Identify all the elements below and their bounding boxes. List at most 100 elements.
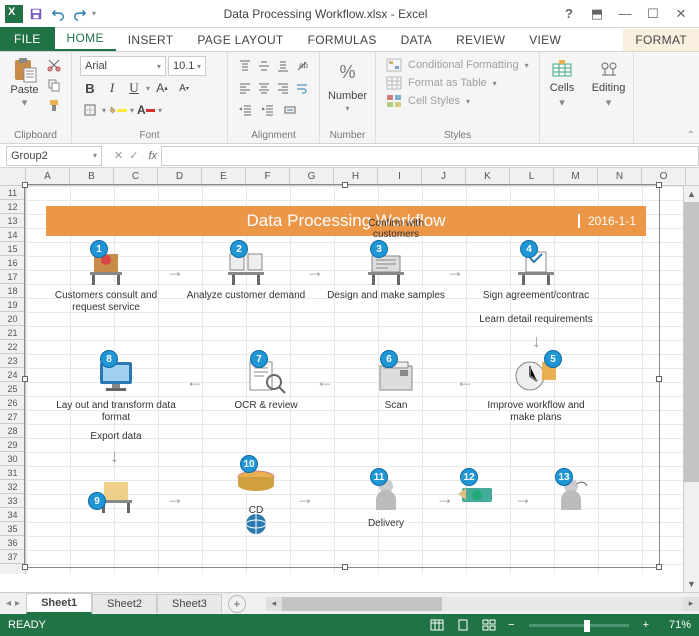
underline-button[interactable]: U	[124, 78, 144, 98]
cell-styles-button[interactable]: Cell Styles▾	[386, 94, 529, 108]
decrease-indent-icon[interactable]	[236, 100, 256, 120]
number-button[interactable]: Number	[328, 90, 367, 102]
sheet-nav-last-icon[interactable]: ▸	[15, 598, 20, 609]
row-header[interactable]: 16	[0, 256, 25, 270]
worksheet-cells[interactable]: Data Processing Workflow 2016-1-1 1 Cust…	[26, 186, 699, 574]
orientation-icon[interactable]: ab	[294, 56, 311, 76]
increase-font-icon[interactable]: A▴	[152, 78, 172, 98]
italic-button[interactable]: I	[102, 78, 122, 98]
col-header[interactable]: M	[554, 168, 598, 185]
tab-formulas[interactable]: FORMULAS	[296, 29, 389, 51]
format-as-table-button[interactable]: Format as Table▾	[386, 76, 529, 90]
view-page-break-icon[interactable]	[476, 616, 502, 634]
font-color-icon[interactable]: A	[136, 100, 156, 120]
hscroll-thumb[interactable]	[282, 597, 442, 611]
minimize-icon[interactable]: —	[611, 2, 639, 26]
tab-home[interactable]: HOME	[55, 27, 116, 51]
align-top-icon[interactable]	[236, 56, 253, 76]
merge-center-icon[interactable]	[280, 100, 300, 120]
view-page-layout-icon[interactable]	[450, 616, 476, 634]
editing-button[interactable]: Editing▾	[592, 56, 625, 111]
bold-button[interactable]: B	[80, 78, 100, 98]
row-header[interactable]: 32	[0, 480, 25, 494]
add-sheet-button[interactable]: +	[228, 595, 246, 613]
row-header[interactable]: 29	[0, 438, 25, 452]
row-header[interactable]: 35	[0, 522, 25, 536]
collapse-ribbon-icon[interactable]: ⌃	[687, 130, 695, 141]
sheet-tab-2[interactable]: Sheet2	[92, 594, 157, 613]
row-header[interactable]: 33	[0, 494, 25, 508]
row-header[interactable]: 13	[0, 214, 25, 228]
col-header[interactable]: C	[114, 168, 158, 185]
close-icon[interactable]: ✕	[667, 2, 695, 26]
row-header[interactable]: 28	[0, 424, 25, 438]
save-icon[interactable]	[26, 4, 46, 24]
enter-formula-icon[interactable]: ✓	[129, 149, 138, 162]
align-center-icon[interactable]	[255, 78, 272, 98]
row-header[interactable]: 34	[0, 508, 25, 522]
maximize-icon[interactable]: ☐	[639, 2, 667, 26]
increase-indent-icon[interactable]	[258, 100, 278, 120]
row-header[interactable]: 14	[0, 228, 25, 242]
border-icon[interactable]	[80, 100, 100, 120]
row-header[interactable]: 21	[0, 326, 25, 340]
align-left-icon[interactable]	[236, 78, 253, 98]
col-header[interactable]: J	[422, 168, 466, 185]
scroll-down-icon[interactable]: ▼	[684, 576, 699, 592]
ribbon-display-icon[interactable]: ⬒	[583, 2, 611, 26]
row-header[interactable]: 12	[0, 200, 25, 214]
hscroll-left-icon[interactable]: ◂	[266, 597, 282, 611]
vertical-scrollbar[interactable]: ▲ ▼	[683, 186, 699, 592]
row-header[interactable]: 36	[0, 536, 25, 550]
col-header[interactable]: H	[334, 168, 378, 185]
cut-icon[interactable]	[45, 56, 63, 74]
col-header[interactable]: G	[290, 168, 334, 185]
col-header[interactable]: B	[70, 168, 114, 185]
tab-page-layout[interactable]: PAGE LAYOUT	[185, 29, 295, 51]
row-header[interactable]: 15	[0, 242, 25, 256]
fill-color-icon[interactable]	[108, 100, 128, 120]
tab-insert[interactable]: INSERT	[116, 29, 186, 51]
cells-button[interactable]: Cells▾	[548, 56, 576, 111]
col-header[interactable]: O	[642, 168, 686, 185]
row-header[interactable]: 31	[0, 466, 25, 480]
tab-file[interactable]: FILE	[0, 27, 55, 51]
cancel-formula-icon[interactable]: ✕	[114, 149, 123, 162]
decrease-font-icon[interactable]: A▾	[174, 78, 194, 98]
sheet-tab-1[interactable]: Sheet1	[26, 593, 92, 614]
font-name-select[interactable]: Arial▾	[80, 56, 166, 76]
row-header[interactable]: 27	[0, 410, 25, 424]
row-header[interactable]: 20	[0, 312, 25, 326]
col-header[interactable]: I	[378, 168, 422, 185]
hscroll-right-icon[interactable]: ▸	[683, 597, 699, 611]
conditional-formatting-button[interactable]: Conditional Formatting▾	[386, 58, 529, 72]
row-header[interactable]: 26	[0, 396, 25, 410]
scroll-up-icon[interactable]: ▲	[684, 186, 699, 202]
row-header[interactable]: 22	[0, 340, 25, 354]
sheet-nav-first-icon[interactable]: ◂	[6, 598, 11, 609]
align-bottom-icon[interactable]	[275, 56, 292, 76]
formula-input[interactable]	[161, 146, 699, 166]
name-box[interactable]: Group2▾	[6, 146, 102, 166]
help-icon[interactable]: ?	[555, 2, 583, 26]
qat-customize-icon[interactable]: ▾	[92, 9, 96, 18]
col-header[interactable]: L	[510, 168, 554, 185]
align-right-icon[interactable]	[275, 78, 292, 98]
row-header[interactable]: 30	[0, 452, 25, 466]
col-header[interactable]: N	[598, 168, 642, 185]
excel-app-icon[interactable]	[4, 4, 24, 24]
align-middle-icon[interactable]	[255, 56, 272, 76]
format-painter-icon[interactable]	[45, 96, 63, 114]
tab-data[interactable]: DATA	[389, 29, 444, 51]
copy-icon[interactable]	[45, 76, 63, 94]
tab-view[interactable]: VIEW	[517, 29, 573, 51]
wrap-text-icon[interactable]	[294, 78, 311, 98]
col-header[interactable]: K	[466, 168, 510, 185]
zoom-slider[interactable]	[529, 624, 629, 627]
row-header[interactable]: 23	[0, 354, 25, 368]
row-header[interactable]: 11	[0, 186, 25, 200]
paste-button[interactable]: Paste ▾	[8, 56, 41, 114]
row-header[interactable]: 25	[0, 382, 25, 396]
sheet-tab-3[interactable]: Sheet3	[157, 594, 222, 613]
vscroll-thumb[interactable]	[684, 202, 699, 482]
